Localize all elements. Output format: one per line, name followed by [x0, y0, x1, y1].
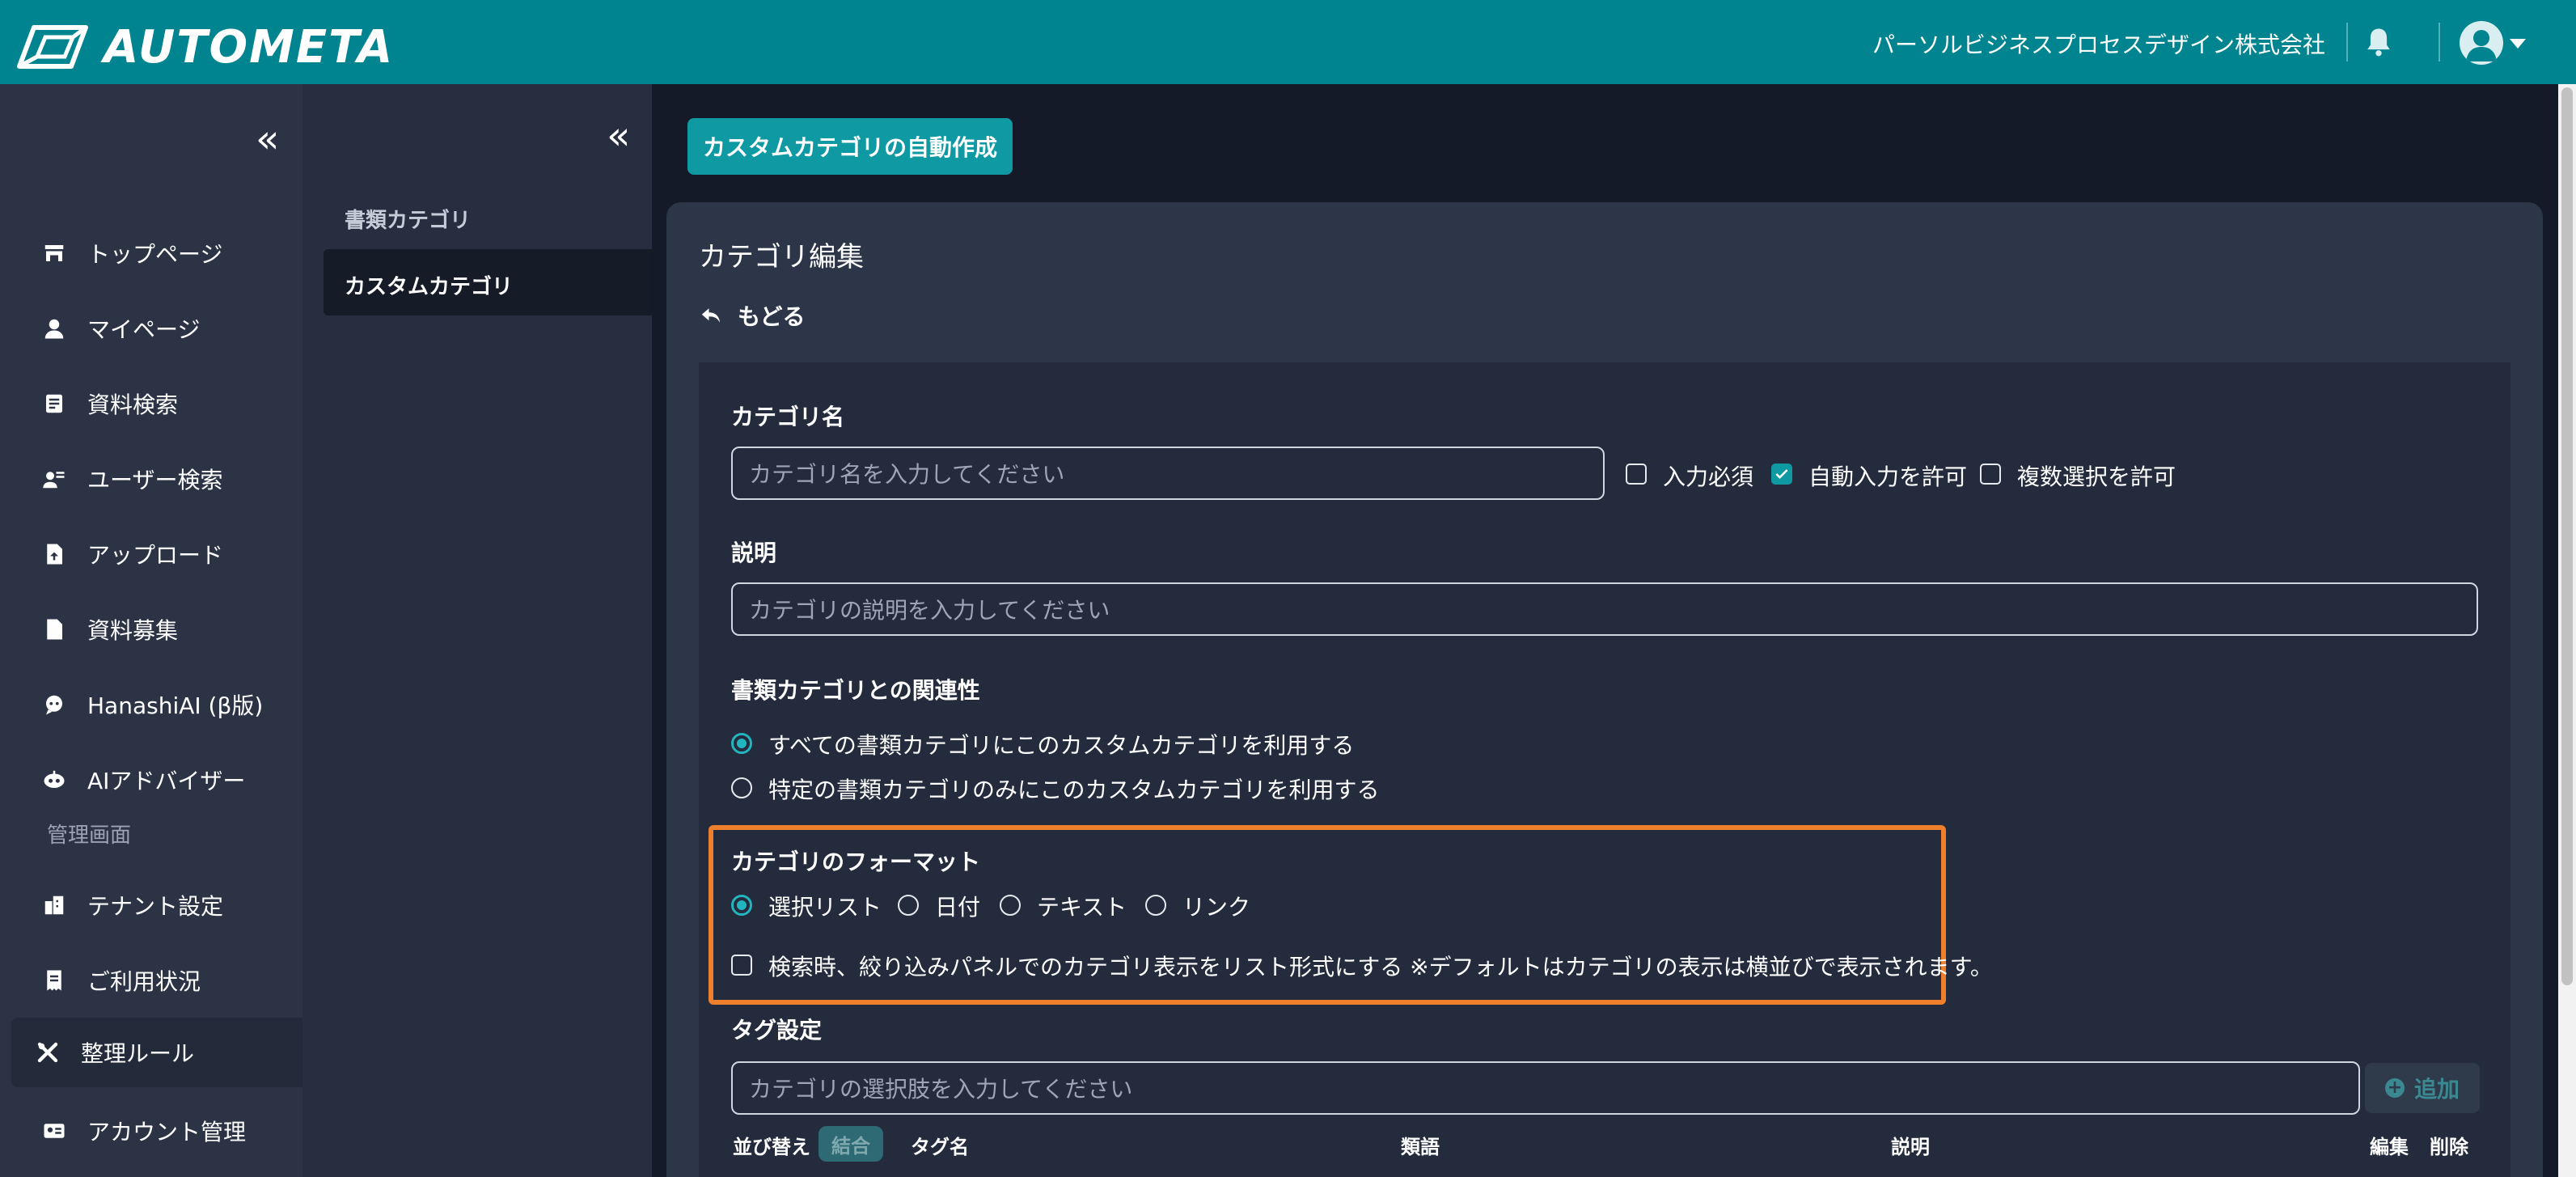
- format-link-radio[interactable]: [1145, 895, 1166, 916]
- relation-specific-label: 特定の書類カテゴリのみにこのカスタムカテゴリを利用する: [768, 777, 1380, 803]
- scrollbar-thumb[interactable]: [2561, 87, 2573, 985]
- header-divider: [2346, 23, 2348, 61]
- sidebar-item-label: ご利用状況: [87, 968, 201, 995]
- logo[interactable]: AUTOMETA: [16, 20, 395, 74]
- plus-circle-icon: +: [2384, 1078, 2405, 1098]
- column-synonym: 類語: [1401, 1136, 1440, 1158]
- autometa-logo-icon: [17, 25, 88, 69]
- robot-icon: [39, 764, 70, 795]
- document-icon: [39, 614, 70, 645]
- header-divider: [2439, 23, 2440, 61]
- top-header: AUTOMETA パーソルビジネスプロセスデザイン株式会社: [0, 0, 2576, 84]
- back-button[interactable]: もどる: [699, 299, 805, 332]
- document-search-icon: [39, 388, 70, 419]
- merge-button[interactable]: 結合: [818, 1126, 883, 1162]
- column-edit: 編集: [2370, 1136, 2409, 1158]
- bell-icon[interactable]: [2361, 24, 2396, 60]
- add-tag-button[interactable]: + 追加: [2365, 1063, 2480, 1113]
- relation-all-radio[interactable]: [731, 733, 752, 754]
- multi-select-checkbox[interactable]: [1980, 464, 2001, 485]
- format-select-list-label: 選択リスト: [768, 894, 882, 921]
- format-date-label: 日付: [935, 894, 981, 921]
- sidebar-item-document-search[interactable]: 資料検索: [11, 369, 302, 438]
- reply-arrow-icon: [701, 308, 721, 323]
- sidebar-item-label: 資料募集: [87, 617, 179, 644]
- sidebar-item-account-management[interactable]: アカウント管理: [11, 1096, 302, 1166]
- collapse-sidebar-icon[interactable]: «: [256, 120, 279, 159]
- format-text-label: テキスト: [1037, 894, 1127, 921]
- relation-specific-radio[interactable]: [731, 777, 752, 798]
- relation-all-label: すべての書類カテゴリにこのカスタムカテゴリを利用する: [768, 732, 1355, 759]
- format-select-list-radio[interactable]: [731, 895, 752, 916]
- subnav-document-category[interactable]: 書類カテゴリ: [345, 204, 471, 234]
- sidebar-item-usage-status[interactable]: ご利用状況: [11, 946, 302, 1015]
- auto-create-category-button[interactable]: カスタムカテゴリの自動作成: [687, 118, 1013, 175]
- sidebar-item-label: AIアドバイザー: [87, 768, 246, 794]
- sidebar-item-hanashiai[interactable]: HanashiAI (β版): [11, 670, 302, 739]
- collapse-subsidebar-icon[interactable]: «: [607, 116, 630, 155]
- store-icon: [39, 238, 70, 269]
- subnav-custom-category[interactable]: カスタムカテゴリ: [345, 270, 513, 300]
- tools-icon: [32, 1037, 63, 1068]
- tag-input[interactable]: カテゴリの選択肢を入力してください: [731, 1061, 2360, 1115]
- auto-input-checkbox[interactable]: [1771, 464, 1792, 485]
- sidebar-item-document-request[interactable]: 資料募集: [11, 595, 302, 664]
- category-name-label: カテゴリ名: [731, 404, 845, 430]
- category-name-input[interactable]: カテゴリ名を入力してください: [731, 447, 1605, 500]
- check-icon: [1775, 469, 1788, 479]
- sidebar-item-user-search[interactable]: ユーザー検索: [11, 444, 302, 514]
- file-upload-icon: [39, 539, 70, 569]
- sidebar-item-upload[interactable]: アップロード: [11, 519, 302, 589]
- chat-ai-icon: [39, 689, 70, 720]
- list-display-label: 検索時、絞り込みパネルでのカテゴリ表示をリスト形式にする ※デフォルトはカテゴリ…: [768, 954, 1993, 980]
- column-description: 説明: [1891, 1136, 1930, 1158]
- sidebar-item-top-page[interactable]: トップページ: [11, 218, 302, 288]
- sidebar-item-my-page[interactable]: マイページ: [11, 294, 302, 363]
- sidebar-item-organize-rules[interactable]: 整理ルール: [11, 1018, 302, 1087]
- sidebar-item-label: 整理ルール: [81, 1040, 195, 1067]
- column-tag-name: タグ名: [911, 1136, 969, 1158]
- add-tag-label: 追加: [2413, 1076, 2460, 1103]
- description-input[interactable]: カテゴリの説明を入力してください: [731, 582, 2478, 636]
- required-checkbox-label: 入力必須: [1663, 464, 1754, 490]
- id-card-icon: [39, 1116, 70, 1146]
- sidebar-item-label: ユーザー検索: [87, 467, 223, 493]
- building-icon: [39, 890, 70, 921]
- description-label: 説明: [731, 540, 777, 566]
- sidebar-item-ai-advisor[interactable]: AIアドバイザー: [11, 745, 302, 815]
- sidebar: « トップページ マイページ 資料検索 ユーザー検索 アップロード 資料募集 H…: [0, 84, 302, 1177]
- user-search-icon: [39, 464, 70, 494]
- required-checkbox[interactable]: [1626, 464, 1647, 485]
- sidebar-item-label: アップロード: [87, 542, 224, 569]
- admin-section-label: 管理画面: [47, 823, 132, 848]
- column-delete: 削除: [2430, 1136, 2468, 1158]
- auto-input-checkbox-label: 自動入力を許可: [1808, 464, 1968, 490]
- sidebar-item-label: 資料検索: [87, 392, 179, 418]
- user-avatar-icon[interactable]: [2460, 21, 2503, 65]
- column-sort: 並び替え: [733, 1136, 810, 1158]
- format-label: カテゴリのフォーマット: [731, 849, 981, 875]
- tag-settings-label: タグ設定: [731, 1017, 823, 1044]
- list-display-checkbox[interactable]: [731, 955, 752, 976]
- logo-text: AUTOMETA: [104, 20, 395, 74]
- person-icon: [39, 313, 70, 344]
- multi-select-checkbox-label: 複数選択を許可: [2017, 464, 2176, 490]
- format-text-radio[interactable]: [1000, 895, 1021, 916]
- sidebar-item-label: テナント設定: [87, 893, 224, 920]
- sidebar-item-label: HanashiAI (β版): [87, 692, 264, 719]
- company-name: パーソルビジネスプロセスデザイン株式会社: [1872, 32, 2325, 58]
- relation-label: 書類カテゴリとの関連性: [731, 677, 980, 704]
- sidebar-item-label: トップページ: [87, 241, 223, 268]
- chevron-down-icon[interactable]: [2510, 39, 2526, 49]
- receipt-icon: [39, 965, 70, 996]
- page-title: カテゴリ編集: [699, 241, 864, 273]
- sidebar-item-tenant-settings[interactable]: テナント設定: [11, 870, 302, 940]
- format-link-label: リンク: [1182, 894, 1251, 921]
- sub-sidebar: « 書類カテゴリ カスタムカテゴリ: [302, 84, 652, 1177]
- back-label: もどる: [738, 303, 806, 330]
- format-date-radio[interactable]: [898, 895, 919, 916]
- sidebar-item-label: アカウント管理: [87, 1119, 247, 1145]
- sidebar-item-label: マイページ: [87, 316, 201, 343]
